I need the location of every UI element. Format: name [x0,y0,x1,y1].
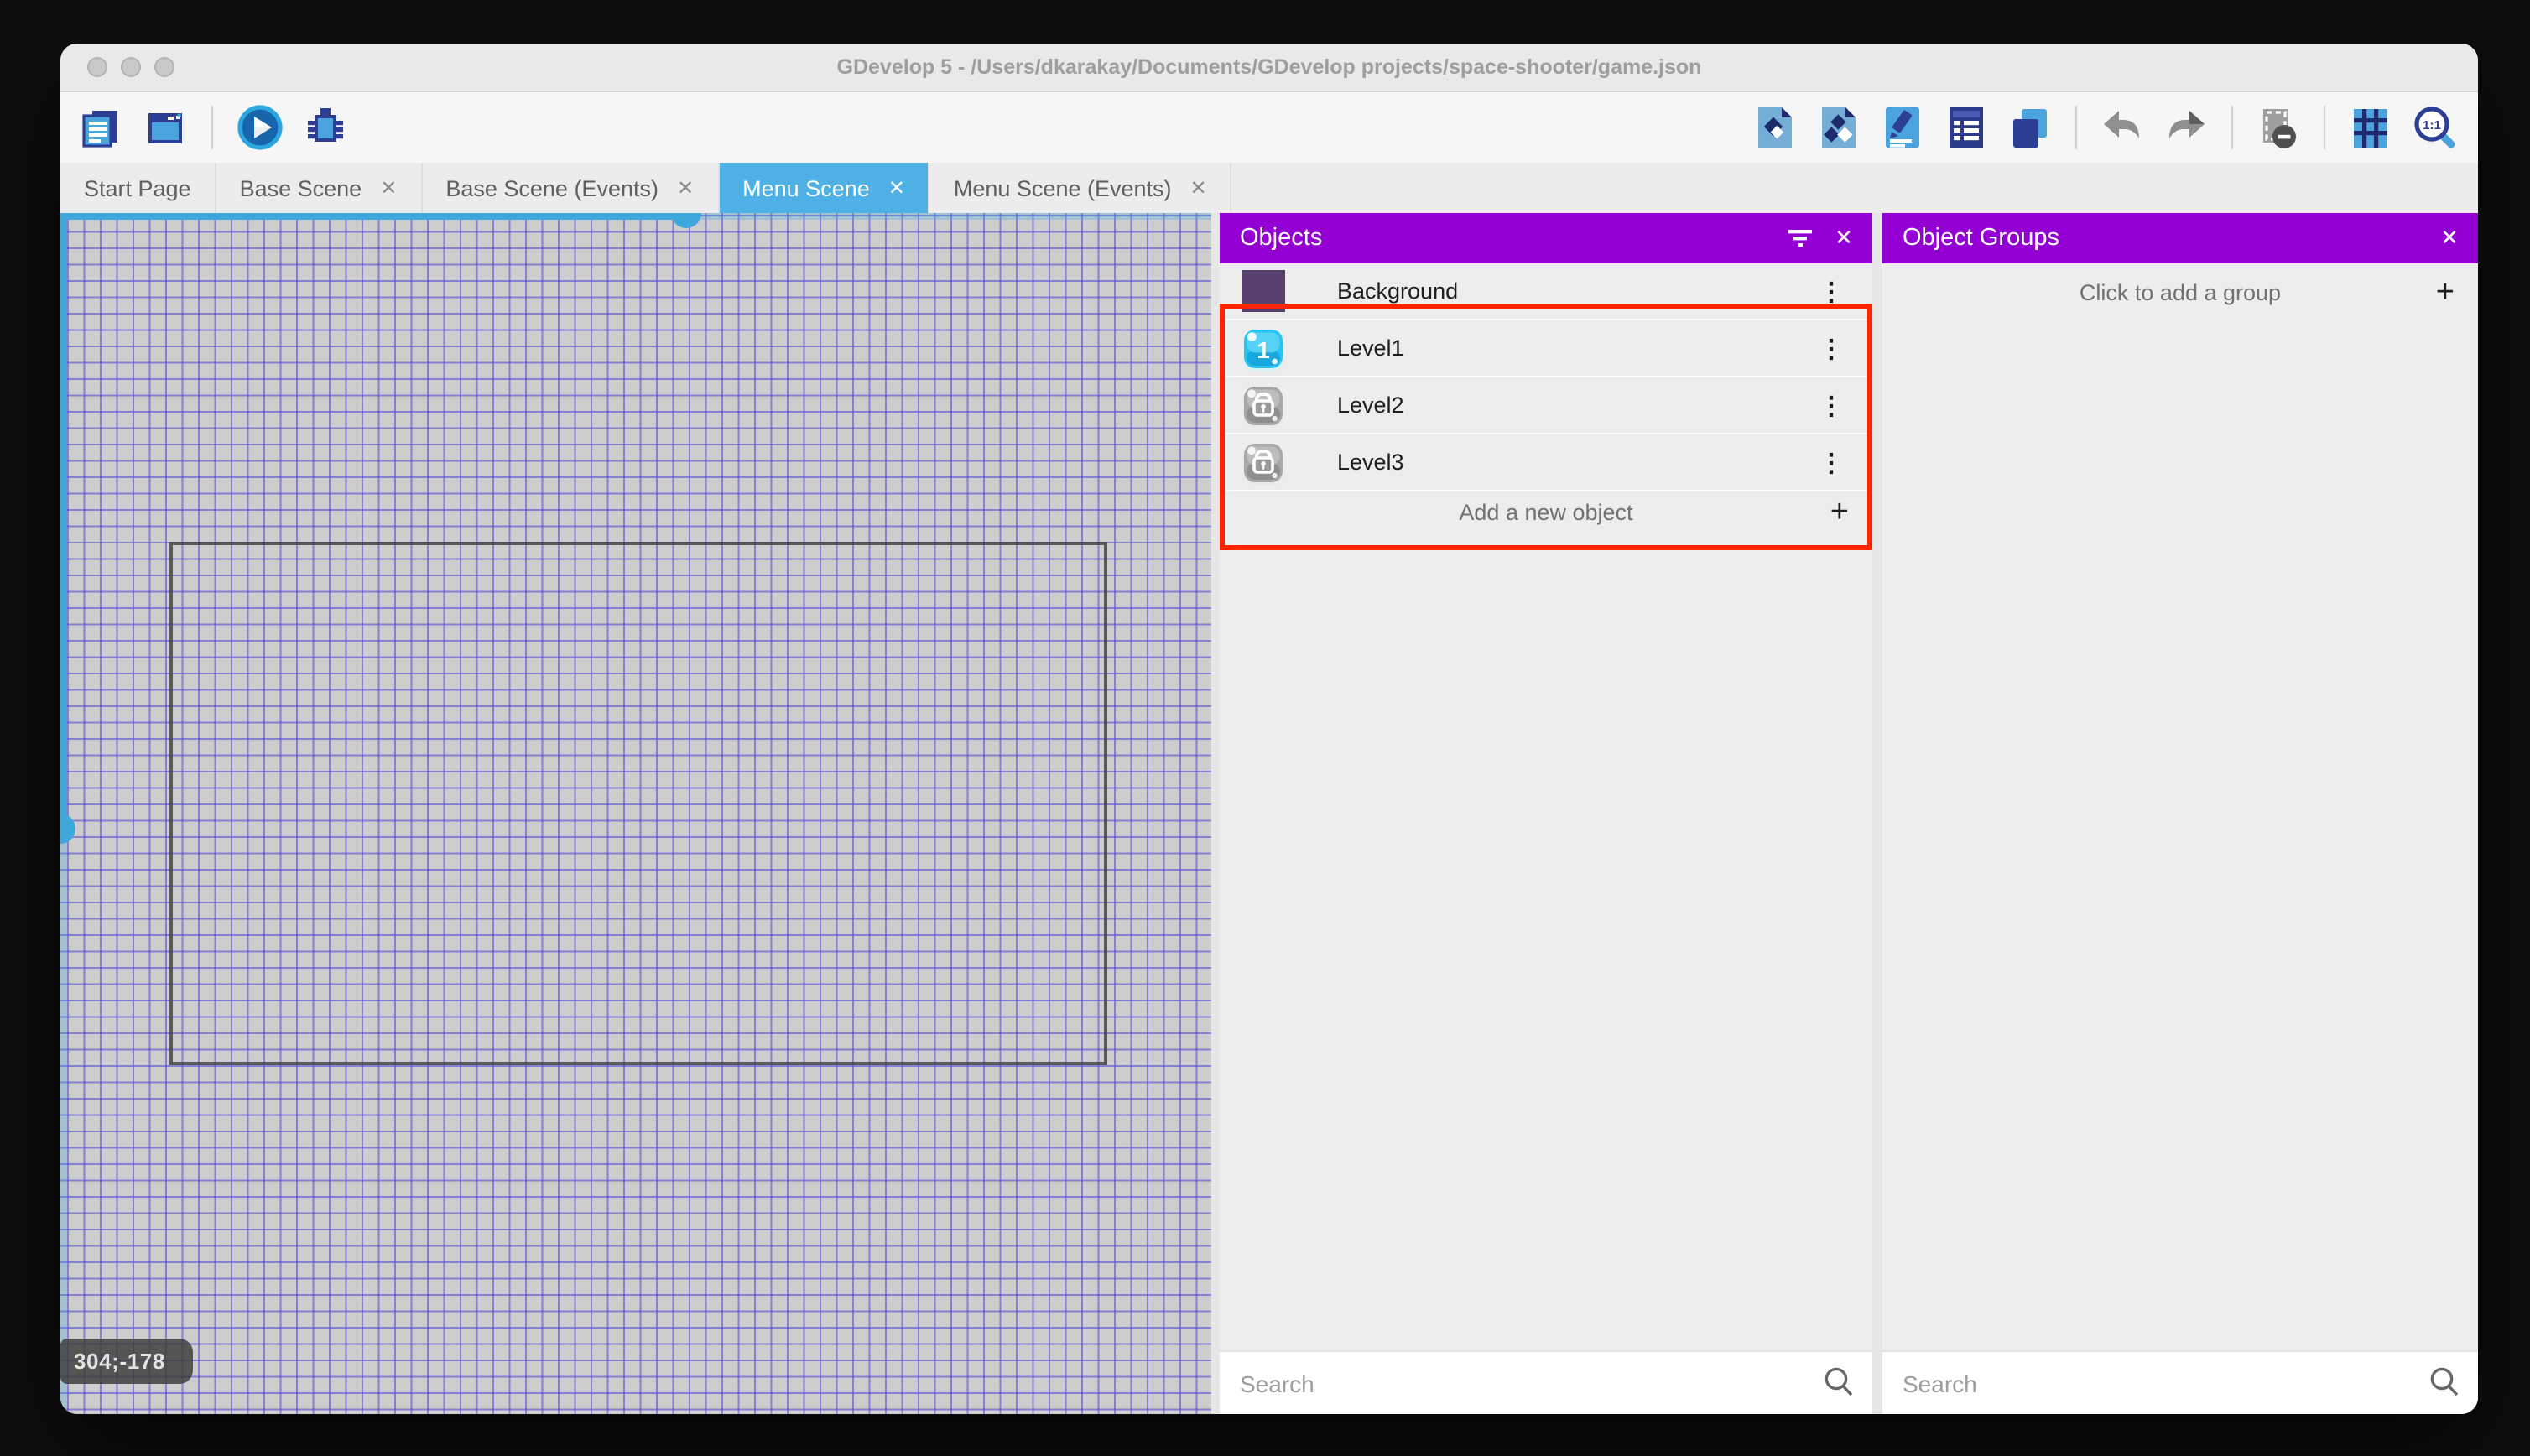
objects-panel-icon[interactable] [1752,104,1799,151]
objects-panel: Objects ✕ Background ⋮ 1 Level1 ⋮ Level2… [1220,213,1872,1414]
toolbar-divider [2231,106,2233,149]
cursor-coordinates-badge: 304;-178 [60,1339,193,1384]
svg-text:1: 1 [1257,336,1270,362]
horizontal-scroll-handle[interactable] [671,213,701,228]
object-name: Background [1337,278,1459,304]
object-row-level2[interactable]: Level2 ⋮ [1220,377,1872,434]
tab-base-scene[interactable]: Base Scene ✕ [216,163,423,213]
locked-button-icon [1242,441,1285,484]
object-name: Level2 [1337,393,1404,418]
object-menu-icon[interactable]: ⋮ [1819,263,1844,319]
search-icon [2428,1365,2461,1407]
object-row-level1[interactable]: 1 Level1 ⋮ [1220,320,1872,377]
play-icon[interactable] [237,104,284,151]
screenshot-stage: GDevelop 5 - /Users/dkarakay/Documents/G… [0,0,2530,1456]
object-menu-icon[interactable]: ⋮ [1819,434,1844,490]
groups-search-bar [1882,1350,2478,1414]
project-manager-icon[interactable] [75,104,122,151]
object-menu-icon[interactable]: ⋮ [1819,377,1844,433]
tab-label: Menu Scene (Events) [953,175,1172,200]
objects-panel-title: Objects [1240,225,1323,252]
window-mask-icon[interactable] [2255,104,2302,151]
object-groups-panel-title: Object Groups [1903,225,2059,252]
editor-tabbar: Start Page Base Scene ✕ Base Scene (Even… [60,163,2478,213]
toolbar: 1:1 [60,92,2478,163]
toolbar-right-group: 1:1 [1752,104,2478,151]
undo-icon[interactable] [2099,104,2146,151]
add-group-label: Click to add a group [2079,279,2282,304]
object-row-level3[interactable]: Level3 ⋮ [1220,434,1872,491]
objects-panel-header: Objects ✕ [1220,213,1872,263]
object-row-background[interactable]: Background ⋮ [1220,263,1872,320]
redo-icon[interactable] [2163,104,2210,151]
groups-search-input[interactable] [1882,1352,2478,1414]
objects-search-bar [1220,1350,1872,1414]
close-tab-icon[interactable]: ✕ [1190,176,1207,200]
vertical-scroll-handle[interactable] [60,814,75,844]
groups-list-empty-area [1882,320,2478,1350]
filter-icon[interactable] [1778,216,1822,260]
close-panel-icon[interactable]: ✕ [2428,216,2471,260]
background-thumbnail [1242,270,1285,312]
svg-text:1:1: 1:1 [2422,117,2440,132]
tab-label: Base Scene [239,175,362,200]
tab-start-page[interactable]: Start Page [60,163,216,213]
start-page-icon[interactable] [141,104,188,151]
tab-label: Start Page [84,175,191,200]
toolbar-divider [2324,106,2325,149]
add-new-object-label: Add a new object [1459,499,1633,524]
object-groups-panel-header: Object Groups ✕ [1882,213,2478,263]
object-groups-panel-icon[interactable] [1815,104,1862,151]
tab-base-scene-events[interactable]: Base Scene (Events) ✕ [422,163,720,213]
search-icon [1822,1365,1856,1407]
close-tab-icon[interactable]: ✕ [677,176,694,200]
level1-button-icon: 1 [1242,327,1285,370]
tab-label: Menu Scene [742,175,870,200]
objects-search-input[interactable] [1220,1352,1872,1414]
plus-icon[interactable]: + [2436,276,2455,308]
add-new-object-button[interactable]: Add a new object + [1220,491,1872,532]
toolbar-left-group [60,104,349,151]
gdevelop-window: GDevelop 5 - /Users/dkarakay/Documents/G… [60,44,2478,1414]
zoom-original-icon[interactable]: 1:1 [2411,104,2458,151]
panel-divider [1872,213,1882,1414]
horizontal-scroll-strip[interactable] [60,213,1211,220]
toolbar-divider [211,106,213,149]
close-tab-icon[interactable]: ✕ [380,176,397,200]
add-group-button[interactable]: Click to add a group + [1882,263,2478,320]
close-tab-icon[interactable]: ✕ [888,176,905,200]
tab-menu-scene[interactable]: Menu Scene ✕ [719,163,930,213]
game-window-border [169,542,1107,1065]
scene-editor-canvas[interactable]: 304;-178 [60,213,1211,1414]
titlebar: GDevelop 5 - /Users/dkarakay/Documents/G… [60,44,2478,92]
tab-label: Base Scene (Events) [445,175,659,200]
main-area: 304;-178 Objects ✕ Background ⋮ 1 Level1… [60,213,2478,1414]
layers-panel-icon[interactable] [2007,104,2054,151]
object-menu-icon[interactable]: ⋮ [1819,320,1844,376]
object-name: Level3 [1337,450,1404,475]
properties-panel-icon[interactable] [1879,104,1926,151]
plus-icon[interactable]: + [1830,496,1849,528]
tab-menu-scene-events[interactable]: Menu Scene (Events) ✕ [930,163,1232,213]
debug-icon[interactable] [302,104,349,151]
object-name: Level1 [1337,335,1404,361]
window-title: GDevelop 5 - /Users/dkarakay/Documents/G… [836,55,1702,79]
grid-icon[interactable] [2347,104,2394,151]
instances-list-panel-icon[interactable] [1943,104,1990,151]
object-groups-panel: Object Groups ✕ Click to add a group + [1882,213,2478,1414]
panel-divider [1211,213,1220,1414]
toolbar-divider [2075,106,2077,149]
locked-button-icon [1242,384,1285,427]
objects-list-empty-area [1220,532,1872,1350]
close-panel-icon[interactable]: ✕ [1822,216,1866,260]
